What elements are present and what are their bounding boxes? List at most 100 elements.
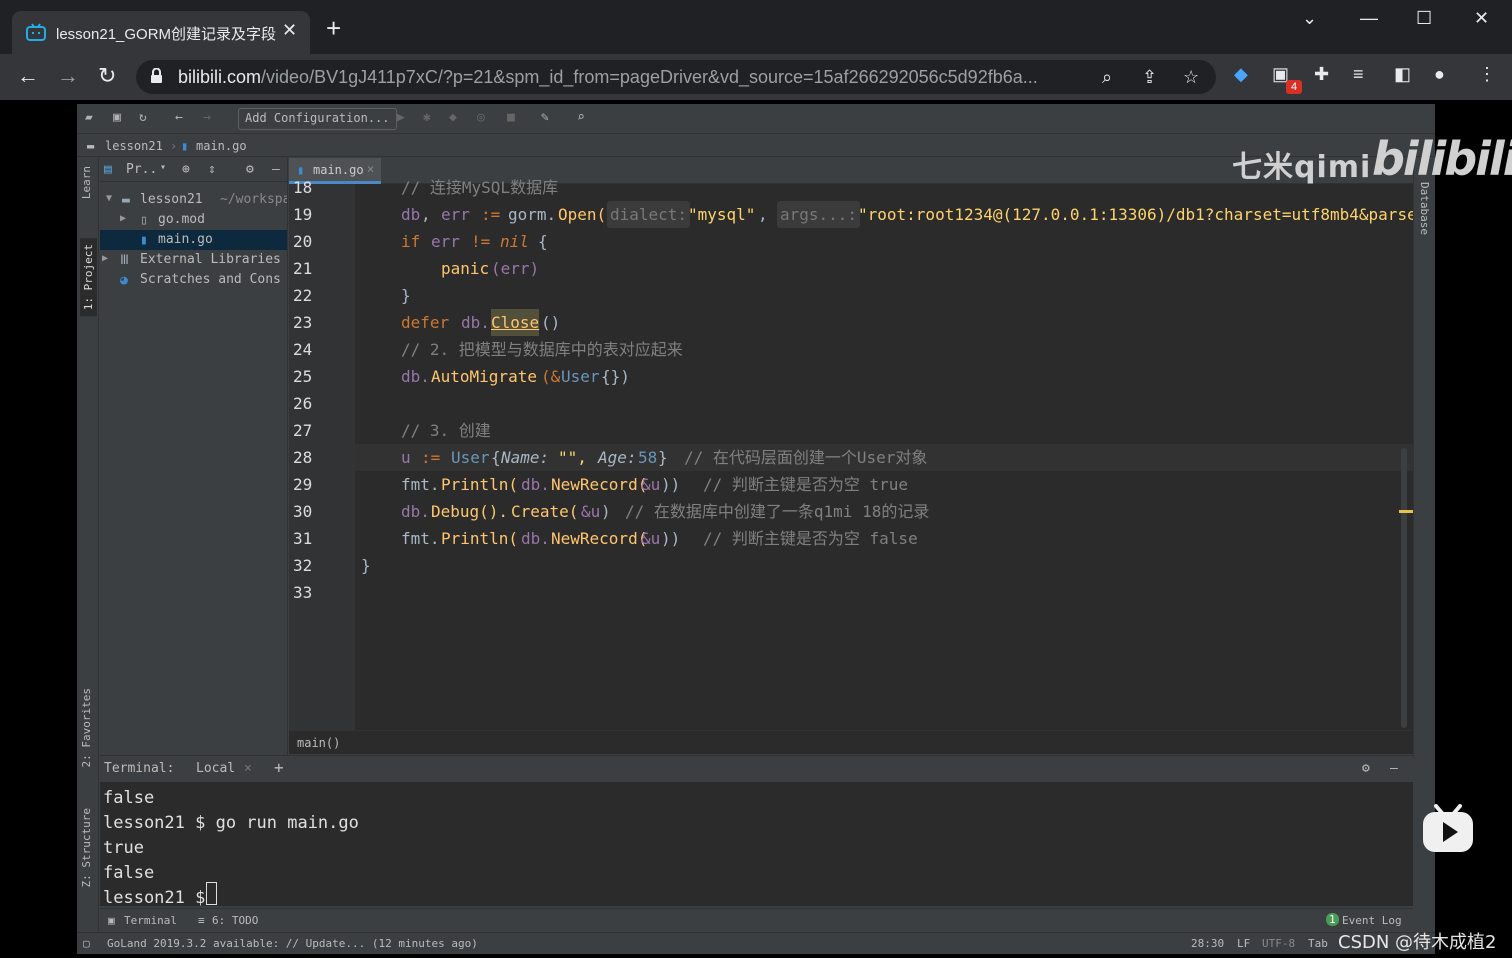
coverage-icon[interactable]: ◆	[449, 110, 457, 125]
function-crumb[interactable]: main()	[297, 736, 340, 750]
menu-kebab-icon[interactable]: ⋮	[1478, 64, 1496, 85]
browser-tab[interactable]: lesson21_GORM创建记录及字段 ✕	[12, 11, 310, 54]
status-message[interactable]: GoLand 2019.3.2 available: // Update... …	[107, 937, 478, 950]
gear-icon[interactable]: ⚙	[246, 162, 254, 177]
nav-back-icon[interactable]: ←	[175, 110, 183, 125]
window-close-icon[interactable]: ✕	[1474, 8, 1489, 29]
tree-item-scratches[interactable]: ◕ Scratches and Cons	[100, 270, 287, 290]
open-folder-icon[interactable]: ▰	[85, 110, 93, 125]
maximize-icon[interactable]: ☐	[1416, 8, 1432, 29]
share-icon[interactable]: ⇪	[1142, 67, 1157, 88]
indent-setting[interactable]: Tab	[1308, 937, 1328, 950]
library-icon: Ⅲ	[120, 253, 129, 268]
zoom-search-icon[interactable]: ⌕	[1102, 67, 1112, 88]
close-tab-icon[interactable]: ×	[244, 761, 252, 776]
minimize-icon[interactable]: —	[1360, 8, 1378, 29]
settings-wrench-icon[interactable]: ✎	[541, 110, 549, 125]
go-file-icon: ▮	[297, 163, 305, 177]
new-terminal-icon[interactable]: +	[274, 758, 284, 777]
terminal-output[interactable]: false lesson21 $ go run main.go true fal…	[100, 782, 1413, 908]
back-icon[interactable]: ←	[17, 63, 39, 89]
search-everywhere-icon[interactable]: ⌕	[577, 110, 585, 125]
breadcrumb-main-go[interactable]: main.go	[196, 139, 247, 153]
collapse-all-icon[interactable]: ⇕	[208, 162, 216, 177]
editor-breadcrumb: main()	[289, 730, 1413, 754]
profile-icon[interactable]: ◎	[477, 110, 485, 125]
code-line-25: db. AutoMigrate (& User {})	[401, 367, 630, 386]
watermark-channel: 七米qimi	[1232, 150, 1372, 185]
add-configuration-button[interactable]: Add Configuration...	[238, 108, 397, 130]
parameter-hint: args...:	[777, 201, 861, 228]
save-icon[interactable]: ▣	[113, 110, 121, 125]
stop-icon[interactable]: ■	[507, 110, 515, 125]
gear-icon[interactable]: ⚙	[1362, 761, 1370, 776]
tree-item-external-libraries[interactable]: ▶ Ⅲ External Libraries	[100, 250, 287, 270]
url-text: bilibili.com/video/BV1gJ411p7xC/?p=21&sp…	[178, 67, 1038, 87]
lock-icon[interactable]	[150, 68, 163, 84]
close-tab-icon[interactable]: ✕	[282, 20, 297, 41]
terminal-tab-local[interactable]: Local	[196, 761, 235, 776]
browser-tab-strip: lesson21_GORM创建记录及字段 ✕ + ⌄ — ☐ ✕	[0, 0, 1512, 54]
nav-forward-icon[interactable]: →	[203, 110, 211, 125]
terminal-line: true	[103, 838, 144, 858]
expanded-arrow-icon[interactable]: ▼	[106, 193, 112, 204]
todo-tool-button[interactable]: 6: TODO	[212, 914, 258, 927]
line-number: 29	[293, 475, 313, 494]
dropdown-icon[interactable]: ▾	[160, 162, 166, 173]
code-area[interactable]: // 连接MySQL数据库 db , err := gorm. Open( di…	[355, 178, 1413, 754]
terminal-tool-button[interactable]: Terminal	[124, 914, 177, 927]
hide-panel-icon[interactable]: —	[272, 162, 280, 177]
editor-scrollbar[interactable]	[1401, 448, 1407, 728]
line-separator[interactable]: LF	[1237, 937, 1250, 950]
reading-list-icon[interactable]: ≡	[1353, 64, 1364, 85]
collapsed-arrow-icon[interactable]: ▶	[102, 253, 108, 264]
side-panel-icon[interactable]: ◧	[1394, 64, 1411, 85]
play-button-icon[interactable]	[1420, 804, 1476, 854]
tree-item-lesson21[interactable]: ▼ ▬ lesson21 ~/workspa	[100, 190, 287, 210]
code-line-21: panic (err)	[441, 259, 540, 278]
tool-window-bar: ▣ Terminal ≡ 6: TODO 1 Event Log	[100, 908, 1413, 930]
event-log-button[interactable]: Event Log	[1342, 914, 1402, 927]
warning-marker[interactable]	[1399, 510, 1413, 513]
project-tool-button[interactable]: 1: Project	[80, 238, 97, 317]
line-number: 23	[293, 313, 313, 332]
tab-title: lesson21_GORM创建记录及字段	[56, 26, 277, 43]
line-number: 20	[293, 232, 313, 251]
address-bar[interactable]: bilibili.com/video/BV1gJ411p7xC/?p=21&sp…	[136, 60, 1216, 94]
code-editor[interactable]: ▮ main.go × 18 19 20 21 22 23 24 25 26 2…	[289, 158, 1413, 754]
database-tool-button[interactable]: Database	[1418, 182, 1431, 235]
new-tab-icon[interactable]: +	[326, 15, 341, 41]
profile-avatar-icon[interactable]: ●	[1434, 64, 1445, 85]
favorites-tool-button[interactable]: 2: Favorites	[80, 688, 93, 767]
tab-search-icon[interactable]: ⌄	[1302, 8, 1317, 29]
extension-diamond-icon[interactable]: ◆	[1234, 64, 1248, 85]
reload-icon[interactable]: ↻	[98, 63, 116, 89]
terminal-cursor	[206, 882, 217, 905]
line-number: 32	[293, 556, 313, 575]
line-number: 24	[293, 340, 313, 359]
code-line-30: db. Debug(). Create( &u ) // 在数据库中创建了一条q…	[401, 502, 930, 521]
tree-item-go-mod[interactable]: ▶ ▯ go.mod	[100, 210, 287, 230]
file-encoding[interactable]: UTF-8	[1262, 937, 1295, 950]
run-icon[interactable]: ▶	[397, 110, 405, 125]
forward-icon[interactable]: →	[57, 63, 79, 89]
debug-icon[interactable]: ✱	[423, 110, 431, 125]
status-square-icon[interactable]: ▢	[83, 937, 90, 950]
locate-icon[interactable]: ⊕	[182, 162, 190, 177]
structure-tool-button[interactable]: Z: Structure	[80, 808, 93, 887]
folder-icon: ▬	[122, 193, 130, 208]
sync-icon[interactable]: ↻	[139, 110, 147, 125]
project-view-selector[interactable]: Pr..	[126, 162, 157, 177]
line-number: 19	[293, 205, 313, 224]
collapsed-arrow-icon[interactable]: ▶	[120, 213, 126, 224]
extensions-puzzle-icon[interactable]: ✚	[1314, 64, 1329, 85]
hide-terminal-icon[interactable]: —	[1390, 761, 1398, 776]
learn-tool-button[interactable]: Learn	[80, 166, 93, 199]
bookmark-star-icon[interactable]: ☆	[1183, 67, 1199, 88]
caret-position[interactable]: 28:30	[1191, 937, 1224, 950]
breadcrumb-lesson21[interactable]: lesson21	[105, 139, 163, 153]
tree-item-main-go[interactable]: ▮ main.go	[100, 230, 287, 250]
terminal-icon: ▣	[108, 914, 115, 927]
line-number: 26	[293, 394, 313, 413]
bilibili-logo: bilibili	[1372, 132, 1512, 186]
